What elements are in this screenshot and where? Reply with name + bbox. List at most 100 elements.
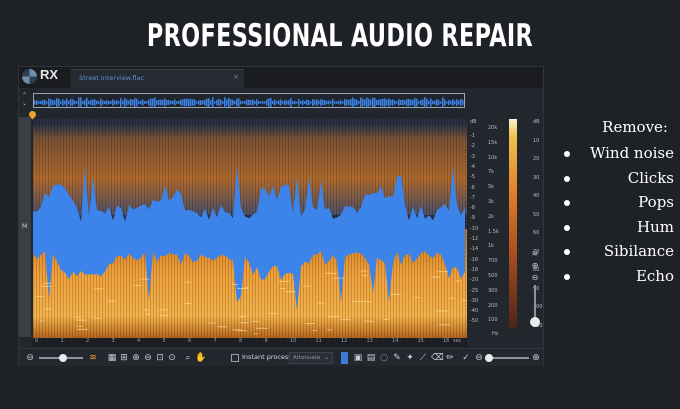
time-tick-label: 6 — [188, 338, 192, 344]
overview-waveform-bar — [438, 100, 440, 105]
harmonic-select-icon[interactable]: ⟋ — [418, 352, 428, 364]
harmonic-streak — [255, 327, 268, 329]
spectrogram-icon[interactable]: ▦ — [107, 352, 117, 364]
channel-strip[interactable]: M — [19, 117, 31, 337]
overview-waveform-bar — [402, 99, 404, 106]
overview-waveform-bar — [268, 98, 270, 107]
overview-waveform-bar — [202, 100, 204, 105]
time-tick-label: 10 — [290, 338, 297, 344]
overview-waveform-bar — [250, 99, 252, 106]
hand-icon[interactable]: ✋ — [195, 352, 206, 364]
overview-waveform-bar — [296, 101, 298, 104]
time-select-tool[interactable] — [341, 352, 348, 364]
overview-waveform-bar — [116, 100, 118, 105]
checkmark-icon[interactable]: ✓ — [461, 352, 471, 364]
bullet-icon — [564, 273, 570, 280]
magnify-icon[interactable]: ⌕ — [183, 352, 193, 364]
instant-process-checkbox[interactable] — [231, 354, 239, 362]
remove-list-item-label: Sibilance — [603, 242, 674, 260]
zoom-region-icon[interactable]: ⊙ — [167, 352, 177, 364]
wand-icon[interactable]: ✦ — [405, 352, 415, 364]
vertical-zoom-track[interactable] — [534, 285, 536, 319]
waveform-overview[interactable] — [33, 93, 465, 108]
vertical-zoom-knob[interactable] — [530, 317, 540, 327]
spectrum-icon[interactable]: ≋ — [530, 249, 540, 259]
time-zoom-knob[interactable] — [59, 354, 67, 362]
harmonic-streak — [303, 285, 311, 287]
db-tick-label: -25 — [470, 287, 479, 294]
time-zoom-slider[interactable] — [39, 354, 83, 362]
close-tab-icon[interactable]: × — [233, 73, 239, 81]
overview-waveform-bar — [72, 99, 74, 106]
overview-waveform-bar — [100, 98, 102, 107]
overview-waveform-bar — [324, 100, 326, 105]
db-tick-label: -12 — [470, 236, 479, 242]
overview-waveform-bar — [70, 98, 72, 107]
overview-waveform-bar — [174, 99, 176, 106]
overview-waveform-bar — [328, 100, 330, 105]
overview-waveform-bar — [362, 98, 364, 107]
overview-waveform-bar — [188, 98, 190, 107]
overview-waveform-bar — [452, 99, 454, 106]
db-tick-label: -8 — [470, 205, 475, 212]
overview-waveform-bar — [172, 100, 174, 105]
waveform-icon[interactable]: ≋ — [87, 352, 99, 364]
overview-waveform-bar — [242, 101, 244, 104]
zoom-out-icon[interactable]: ⊖ — [530, 273, 540, 283]
frequency-zoom-slider[interactable] — [485, 354, 529, 362]
overview-waveform-bar — [356, 99, 358, 106]
overview-waveform-bar — [366, 97, 368, 108]
harmonic-streak — [333, 277, 344, 279]
freq-select-icon[interactable]: ▤ — [366, 352, 376, 364]
vertical-zoom[interactable]: ≋ ⊕ ⊖ — [529, 249, 541, 339]
overview-waveform-bar — [114, 100, 116, 105]
harmonic-streak — [436, 310, 449, 312]
meter-tick-label: dB — [533, 119, 540, 125]
zoom-in-icon[interactable]: ⊕ — [131, 352, 141, 364]
frequency-tick-label: 20k — [488, 125, 498, 131]
meter-tick-label: 10 — [533, 137, 540, 144]
overview-waveform-bar — [260, 101, 262, 104]
overview-waveform-bar — [294, 100, 296, 105]
time-ruler[interactable]: 0 1 2 3 4 5 6 7 8 9 10 11 12 13 14 15 16 sec — [33, 338, 467, 347]
time-tick-label: 11 — [315, 338, 322, 344]
overview-waveform-bar — [176, 101, 178, 104]
eraser-icon[interactable]: ⌫ — [431, 352, 444, 364]
zoom-in-icon[interactable]: ⊕ — [530, 261, 540, 271]
time-tick-label: 8 — [239, 338, 243, 344]
collapse-arrows-icon[interactable]: ⌃ ⌄ — [22, 92, 32, 108]
process-mode-select[interactable]: Attenuate ⌄ — [289, 352, 333, 364]
overview-waveform-bar — [204, 99, 206, 106]
overview-waveform-bar — [224, 97, 226, 108]
zoom-out-icon[interactable]: ⊖ — [474, 352, 484, 364]
remove-list-item: Pops — [564, 193, 674, 213]
overview-waveform-bar — [130, 98, 132, 107]
zoom-fit-icon[interactable]: ⊡ — [155, 352, 165, 364]
pencil-icon[interactable]: ✏ — [445, 352, 455, 364]
frequency-zoom-knob[interactable] — [485, 354, 493, 362]
box-select-icon[interactable]: ▣ — [353, 352, 363, 364]
spectrogram-canvas — [33, 119, 467, 338]
lasso-icon[interactable]: ◌ — [379, 352, 389, 364]
overview-waveform-bar — [346, 99, 348, 106]
zoom-in-icon[interactable]: ⊕ — [531, 352, 541, 364]
meter-tick-label: 30 — [533, 174, 540, 181]
harmonic-streak — [93, 317, 101, 319]
overview-waveform-bar — [342, 101, 344, 104]
overview-waveform-bar — [282, 101, 284, 104]
file-tab[interactable]: Street Interview.flac × — [71, 69, 244, 88]
zoom-out-icon[interactable]: ⊖ — [143, 352, 153, 364]
zoom-time-icon[interactable]: ⊖ — [25, 352, 35, 364]
spectrogram-view[interactable] — [33, 119, 467, 338]
overview-waveform-bar — [112, 99, 114, 106]
meter-tick-label: 20 — [533, 156, 540, 162]
harmonic-streak — [232, 329, 242, 331]
overview-waveform-bar — [390, 99, 392, 106]
brush-icon[interactable]: ✎ — [392, 352, 402, 364]
overview-waveform-bar — [252, 99, 254, 106]
zoom-selection-icon[interactable]: ⊞ — [119, 352, 129, 364]
overview-waveform-bar — [270, 98, 272, 107]
harmonic-streak — [361, 275, 368, 277]
overview-waveform-bar — [212, 97, 214, 108]
overview-waveform-bar — [48, 98, 50, 107]
